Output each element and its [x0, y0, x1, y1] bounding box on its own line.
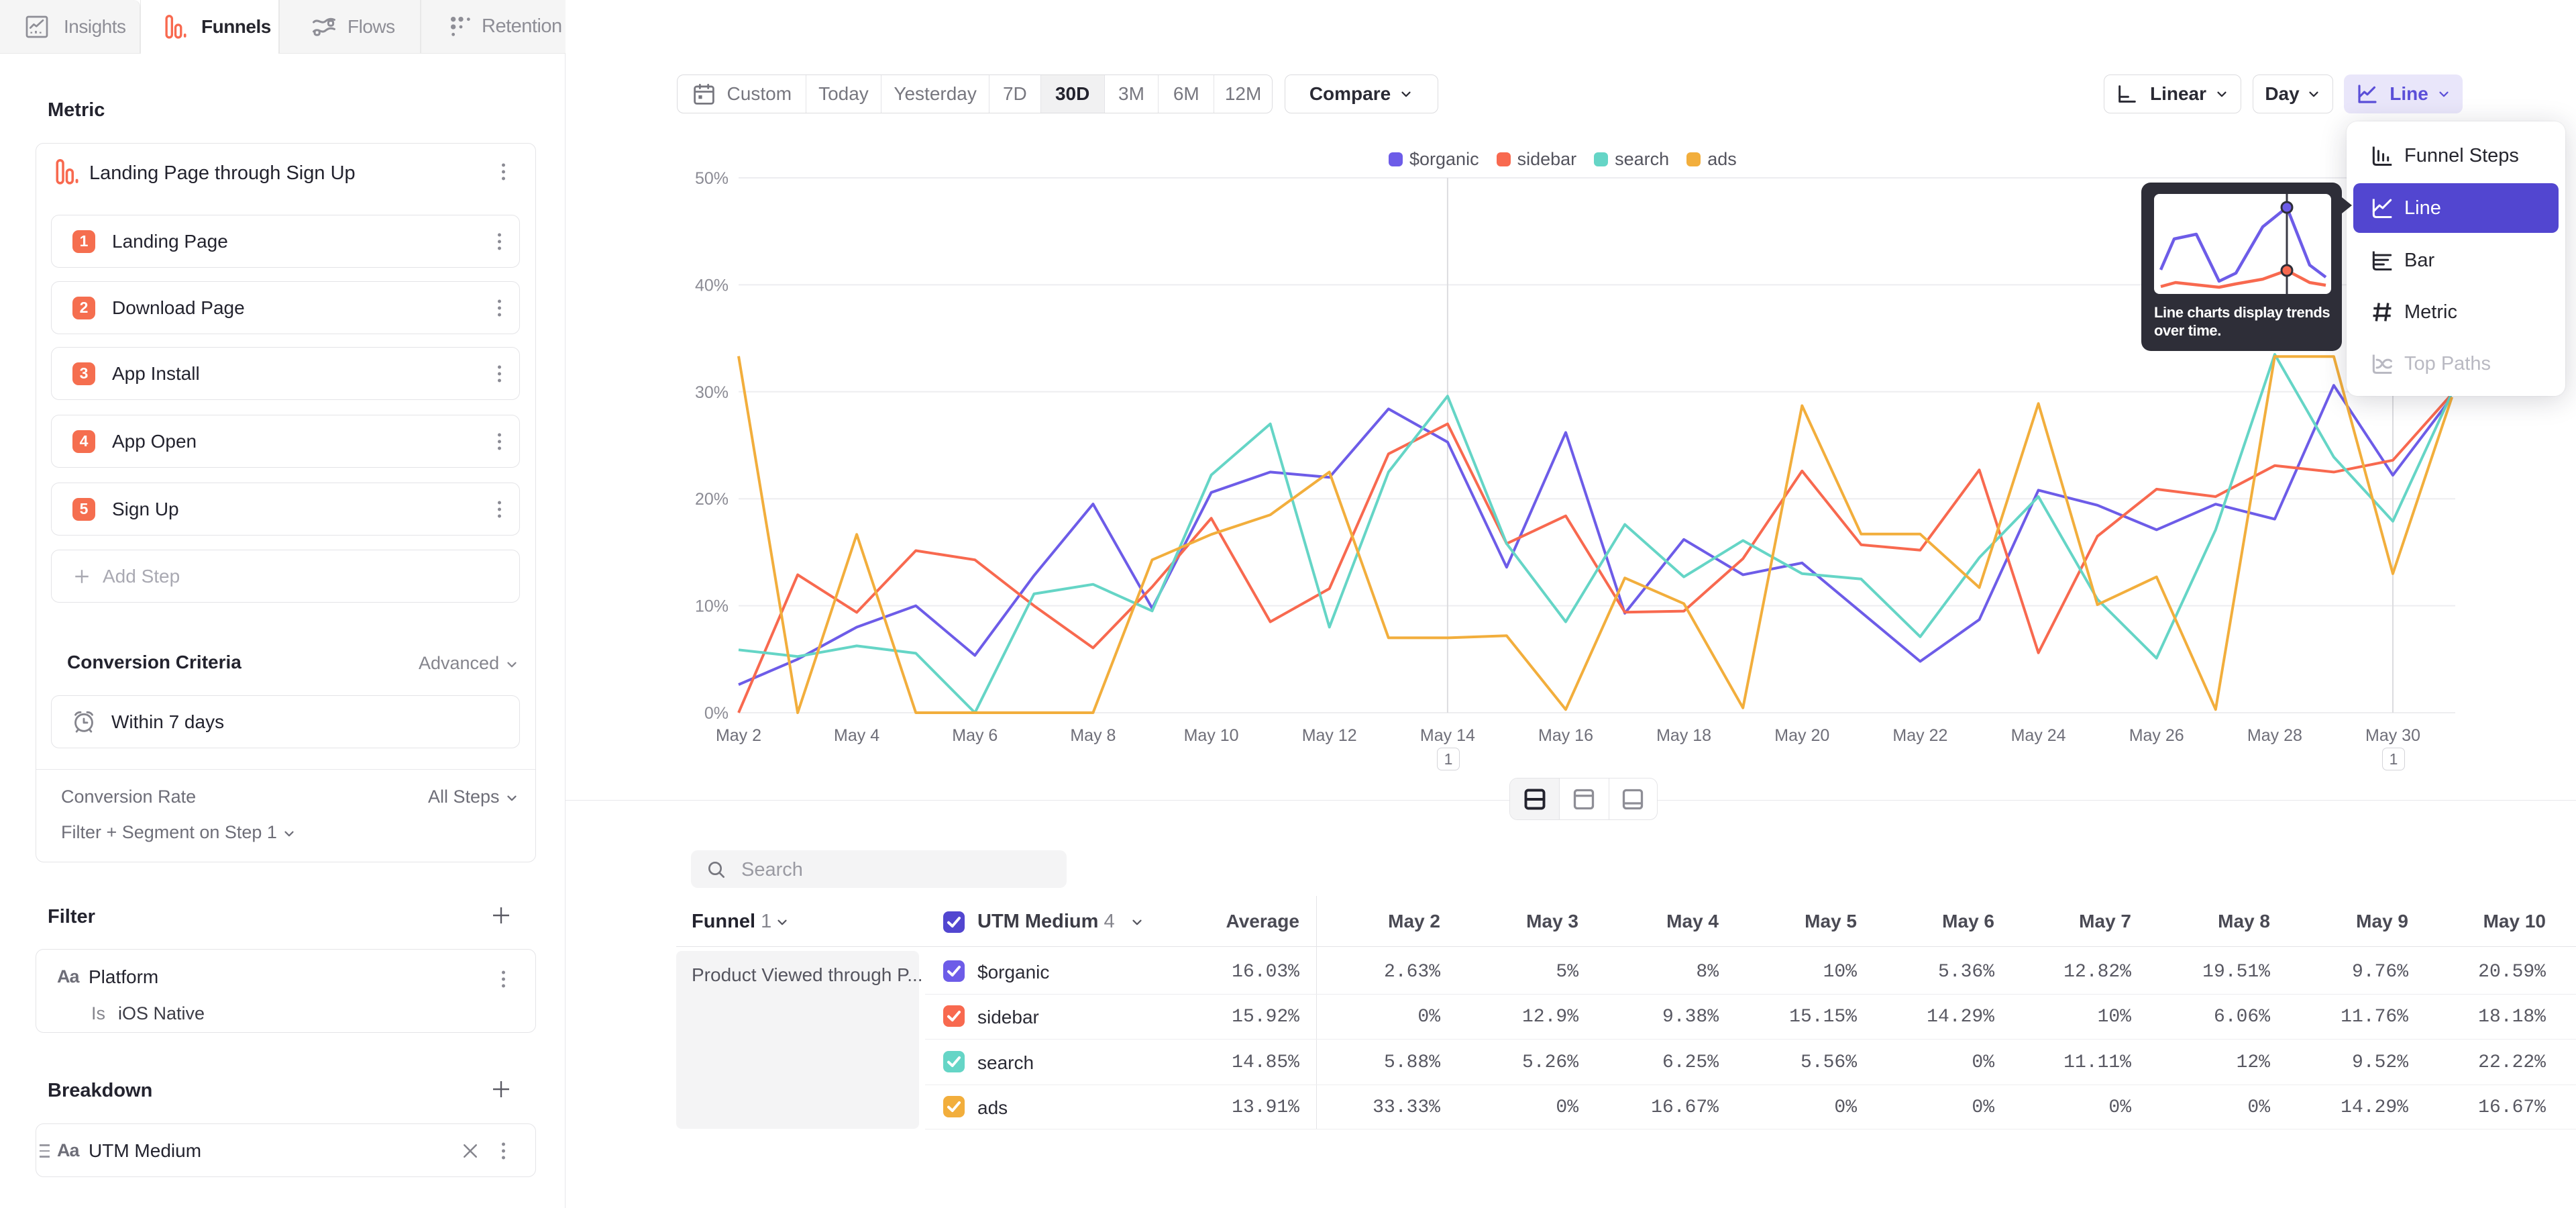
svg-text:May 8: May 8 [1070, 726, 1116, 745]
svg-text:May 2: May 2 [716, 726, 761, 745]
svg-text:50%: 50% [695, 169, 729, 188]
svg-text:May 18: May 18 [1656, 726, 1711, 745]
svg-text:40%: 40% [695, 276, 729, 295]
svg-text:30%: 30% [695, 383, 729, 402]
svg-text:May 4: May 4 [834, 726, 879, 745]
svg-text:May 26: May 26 [2129, 726, 2184, 745]
svg-text:May 30: May 30 [2365, 726, 2420, 745]
svg-text:May 10: May 10 [1184, 726, 1239, 745]
svg-text:May 20: May 20 [1774, 726, 1829, 745]
svg-text:May 22: May 22 [1892, 726, 1947, 745]
svg-text:May 28: May 28 [2247, 726, 2302, 745]
svg-text:0%: 0% [704, 704, 729, 723]
svg-text:May 24: May 24 [2011, 726, 2066, 745]
svg-text:May 6: May 6 [952, 726, 998, 745]
svg-text:May 14: May 14 [1420, 726, 1475, 745]
svg-text:10%: 10% [695, 597, 729, 616]
svg-text:May 16: May 16 [1538, 726, 1593, 745]
svg-text:20%: 20% [695, 490, 729, 509]
svg-text:May 12: May 12 [1302, 726, 1357, 745]
